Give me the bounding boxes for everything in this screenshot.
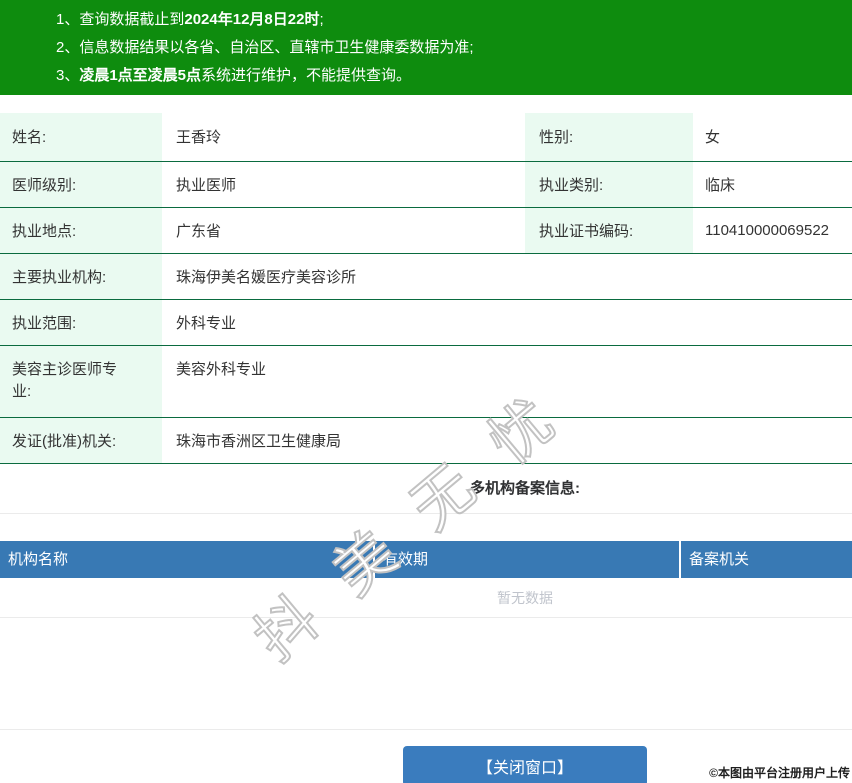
name-label-cell: 姓名: [0, 113, 162, 162]
table-row: 执业地点: 广东省 执业证书编码: 110410000069522 [0, 207, 852, 254]
notice-3-bold-text: 凌晨1点至凌晨5点 [79, 67, 202, 84]
scope-value-cell: 外科专业 [162, 299, 852, 346]
table-row: 发证(批准)机关: 珠海市香洲区卫生健康局 [0, 417, 852, 464]
gender-label-cell: 性别: [525, 113, 693, 162]
notice-1-bold-text: 2024年12月8日22时 [184, 11, 320, 28]
level-label: 医师级别: [12, 176, 77, 194]
name-value-cell: 王香玲 [162, 113, 525, 162]
multi-org-section-title: 多机构备案信息: [0, 464, 852, 514]
issuer-value-cell: 珠海市香洲区卫生健康局 [162, 417, 852, 464]
column-header-record-authority: 备案机关 [689, 550, 750, 568]
cert-value: 110410000069522 [705, 221, 830, 239]
cert-value-cell: 110410000069522 [693, 207, 852, 254]
cosmetic-label-cell: 美容主诊医师专业: [0, 345, 162, 418]
scope-value: 外科专业 [176, 314, 237, 332]
location-value-cell: 广东省 [162, 207, 525, 254]
org-label: 主要执业机构: [12, 268, 107, 286]
level-value-cell: 执业医师 [162, 161, 525, 208]
table-row: 医师级别: 执业医师 执业类别: 临床 [0, 161, 852, 208]
notice-line-3: 3、凌晨1点至凌晨5点系统进行维护，不能提供查询。 [56, 62, 852, 90]
column-header-org-name: 机构名称 [0, 540, 375, 578]
notice-1-number: 1、 [56, 11, 80, 28]
level-value: 执业医师 [176, 176, 237, 194]
location-label-cell: 执业地点: [0, 207, 162, 254]
level-label-cell: 医师级别: [0, 161, 162, 208]
notice-1-text: 查询数据截止到 [79, 11, 185, 28]
category-value: 临床 [705, 176, 736, 194]
table-row: 主要执业机构: 珠海伊美名媛医疗美容诊所 [0, 253, 852, 300]
notice-banner: 1、查询数据截止到2024年12月8日22时; 2、信息数据结果以各省、自治区、… [0, 0, 852, 95]
name-value: 王香玲 [176, 129, 222, 147]
gender-value-cell: 女 [693, 113, 852, 162]
category-value-cell: 临床 [693, 161, 852, 208]
table-row: 执业范围: 外科专业 [0, 299, 852, 346]
notice-1-suffix: ; [319, 11, 324, 28]
close-window-button[interactable]: 【关闭窗口】 [403, 745, 647, 783]
cosmetic-label: 美容主诊医师专业: [12, 360, 118, 400]
table-row: 美容主诊医师专业: 美容外科专业 [0, 345, 852, 418]
upload-attribution-badge: ©本图由平台注册用户上传 [709, 766, 850, 780]
practitioner-info-table: 姓名: 王香玲 性别: 女 医师级别: 执业医师 执业类别: 临床 执业地点: … [0, 113, 852, 464]
scope-label: 执业范围: [12, 314, 77, 332]
notice-3-number: 3、 [56, 67, 80, 84]
org-value-cell: 珠海伊美名媛医疗美容诊所 [162, 253, 852, 300]
gender-value: 女 [705, 129, 721, 147]
issuer-label: 发证(批准)机关: [12, 432, 117, 450]
name-label: 姓名: [12, 129, 47, 147]
notice-2-text: 信息数据结果以各省、自治区、直辖市卫生健康委数据为准; [79, 39, 474, 56]
org-value: 珠海伊美名媛医疗美容诊所 [176, 268, 357, 286]
empty-data-text: 暂无数据 [0, 578, 852, 618]
cosmetic-value: 美容外科专业 [176, 360, 267, 378]
column-header-validity: 有效期 [375, 540, 681, 578]
location-label: 执业地点: [12, 222, 77, 240]
record-table-header: 机构名称 有效期 备案机关 [0, 540, 852, 578]
cert-label-cell: 执业证书编码: [525, 207, 693, 254]
category-label: 执业类别: [539, 176, 604, 194]
query-result-page: 1、查询数据截止到2024年12月8日22时; 2、信息数据结果以各省、自治区、… [0, 0, 852, 783]
notice-2-number: 2、 [56, 39, 80, 56]
cosmetic-value-cell: 美容外科专业 [162, 345, 852, 418]
category-label-cell: 执业类别: [525, 161, 693, 208]
issuer-label-cell: 发证(批准)机关: [0, 417, 162, 464]
notice-line-2: 2、信息数据结果以各省、自治区、直辖市卫生健康委数据为准; [56, 34, 852, 62]
table-row: 姓名: 王香玲 性别: 女 [0, 113, 852, 162]
org-label-cell: 主要执业机构: [0, 253, 162, 300]
cert-label: 执业证书编码: [539, 222, 634, 240]
notice-line-1: 1、查询数据截止到2024年12月8日22时; [56, 6, 852, 34]
empty-table-body [0, 618, 852, 730]
gender-label: 性别: [539, 129, 574, 147]
notice-3-suffix: 系统进行维护，不能提供查询。 [201, 67, 412, 84]
location-value: 广东省 [176, 222, 222, 240]
issuer-value: 珠海市香洲区卫生健康局 [176, 432, 342, 450]
scope-label-cell: 执业范围: [0, 299, 162, 346]
result-content: 抖美无忧 姓名: 王香玲 性别: 女 医师级别: 执业医师 执业类别: 临床 执… [0, 113, 852, 783]
